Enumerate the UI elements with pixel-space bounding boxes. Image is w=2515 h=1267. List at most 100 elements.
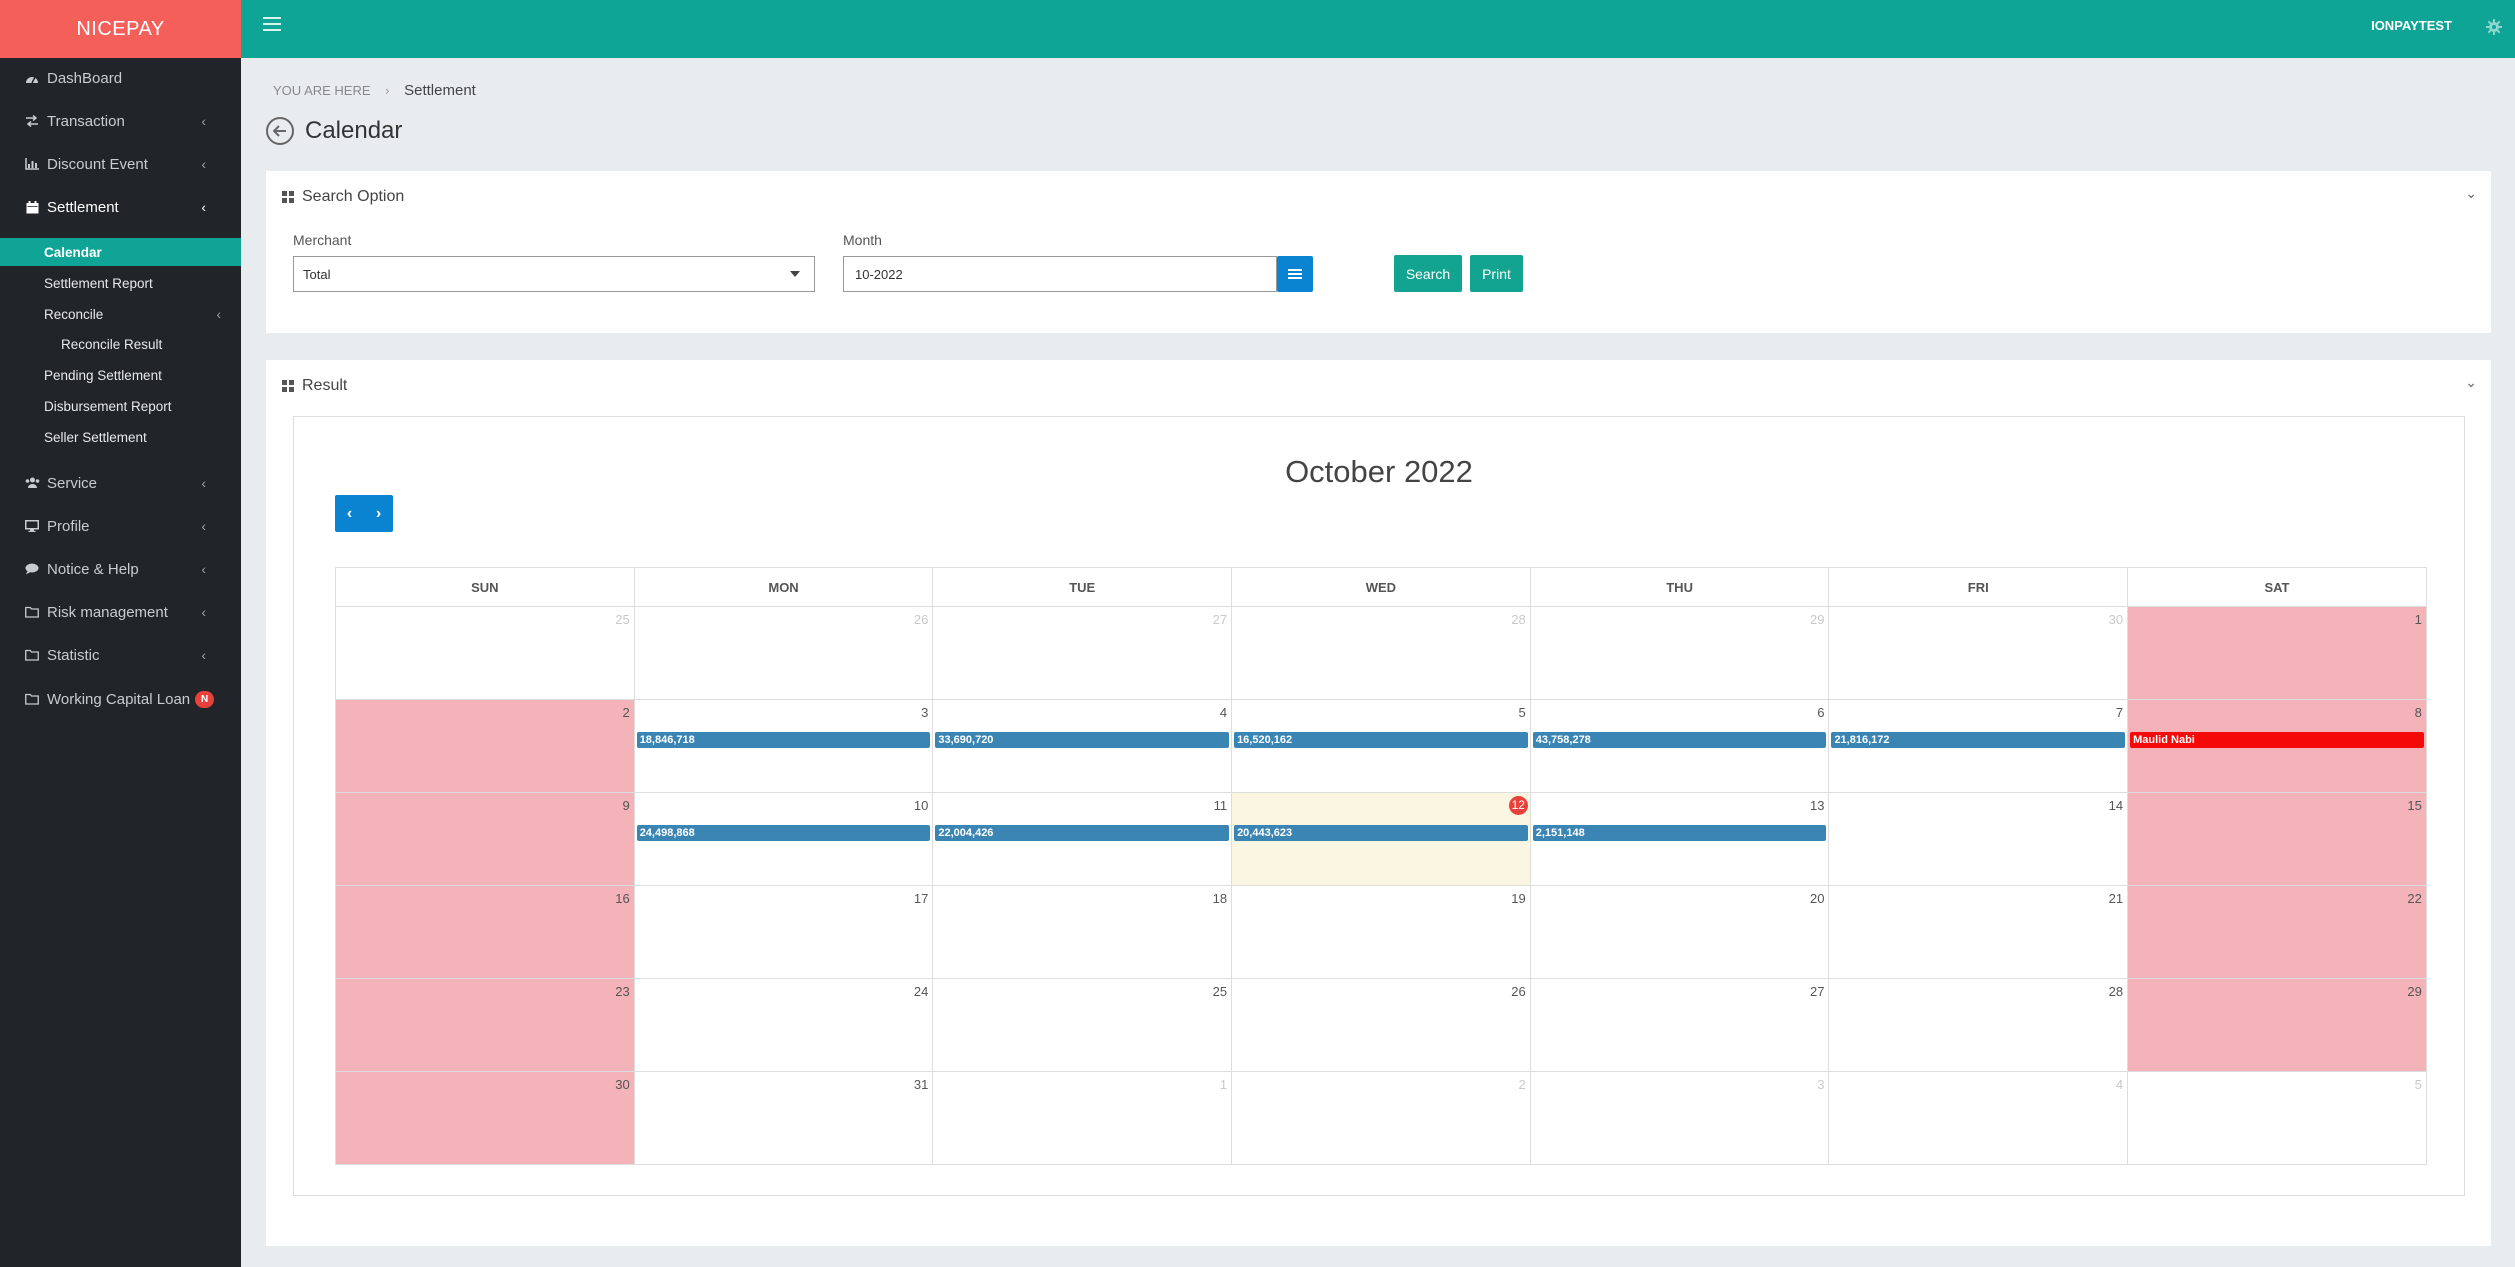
print-button[interactable]: Print: [1470, 255, 1523, 292]
calendar-day-cell[interactable]: 9: [336, 793, 635, 886]
day-number: 2: [1518, 1077, 1526, 1092]
day-number: 28: [2108, 984, 2124, 999]
user-name[interactable]: IONPAYTEST: [2371, 18, 2452, 33]
settlement-event[interactable]: 21,816,172: [1831, 732, 2126, 748]
calendar-day-cell[interactable]: 30: [336, 1072, 635, 1165]
calendar-day-cell[interactable]: 26: [1232, 979, 1531, 1072]
sidebar-subitem-label: Reconcile: [44, 306, 104, 322]
calendar-day-cell[interactable]: 3: [1530, 1072, 1830, 1165]
calendar-day-cell[interactable]: 22: [2128, 886, 2427, 979]
sidebar-subitem-disbursement-report[interactable]: Disbursement Report: [0, 392, 241, 420]
brand-logo[interactable]: NICEPAY: [0, 0, 241, 58]
calendar-day-cell[interactable]: 31: [634, 1072, 934, 1165]
sidebar-subitem-label: Seller Settlement: [44, 429, 147, 445]
calendar-day-cell[interactable]: 2: [336, 700, 635, 793]
calendar-day-cell[interactable]: 15: [2128, 793, 2427, 886]
calendar-day-cell[interactable]: 20: [1530, 886, 1830, 979]
calendar-day-cell[interactable]: 27: [1530, 979, 1830, 1072]
settlement-event[interactable]: 18,846,718: [636, 732, 931, 748]
calendar-grid: SUN MON TUE WED THU FRI SAT 25 26 27 28 29 30 1 2 3 18,…: [335, 567, 2427, 1165]
settlement-event[interactable]: 33,690,720: [935, 732, 1230, 748]
sidebar-item-transaction[interactable]: Transaction ‹: [0, 108, 241, 134]
day-number: 29: [1809, 612, 1825, 627]
sidebar-subitem-reconcile-result[interactable]: Reconcile Result: [0, 330, 241, 358]
calendar-day-cell[interactable]: 29: [1530, 607, 1830, 700]
sidebar-item-service[interactable]: Service ‹: [0, 470, 241, 496]
calendar-day-cell[interactable]: 6 43,758,278: [1530, 700, 1830, 793]
calendar-day-cell[interactable]: 26: [634, 607, 934, 700]
calendar-day-cell[interactable]: 3 18,846,718: [634, 700, 934, 793]
calendar-day-cell[interactable]: 11 22,004,426: [933, 793, 1233, 886]
calendar-day-cell[interactable]: 5 16,520,162: [1232, 700, 1531, 793]
sidebar-item-risk-management[interactable]: Risk management ‹: [0, 599, 241, 625]
sidebar-subitem-calendar[interactable]: Calendar: [0, 238, 241, 266]
sidebar-item-label: Working Capital Loan: [47, 690, 191, 708]
calendar-day-cell[interactable]: 29: [2128, 979, 2427, 1072]
collapse-chevron-icon[interactable]: ⌄: [2465, 185, 2477, 202]
calendar-day-cell[interactable]: 19: [1232, 886, 1531, 979]
day-number: 12: [1508, 796, 1528, 815]
settlement-event[interactable]: 20,443,623: [1234, 825, 1528, 841]
calendar-day-cell[interactable]: 5: [2128, 1072, 2427, 1165]
settlement-event[interactable]: 16,520,162: [1234, 732, 1528, 748]
calendar-day-cell[interactable]: 16: [336, 886, 635, 979]
day-number: 20: [1809, 891, 1825, 906]
calendar-day-cell[interactable]: 23: [336, 979, 635, 1072]
back-arrow-icon[interactable]: [266, 117, 294, 145]
calendar-day-cell[interactable]: 28: [1232, 607, 1531, 700]
calendar-week-row: 16 17 18 19 20 21 22: [336, 886, 2427, 979]
calendar-day-cell[interactable]: 4: [1829, 1072, 2129, 1165]
month-input[interactable]: 10-2022: [843, 256, 1277, 292]
caret-down-icon: [790, 271, 800, 277]
breadcrumb-current[interactable]: Settlement: [404, 82, 476, 99]
settlement-event[interactable]: 22,004,426: [935, 825, 1230, 841]
day-number: 22: [2407, 891, 2422, 906]
sidebar-item-discount-event[interactable]: Discount Event ‹: [0, 151, 241, 177]
sidebar-subitem-settlement-report[interactable]: Settlement Report: [0, 269, 241, 297]
calendar-day-cell[interactable]: 21: [1829, 886, 2129, 979]
calendar-day-cell[interactable]: 25: [336, 607, 635, 700]
calendar-day-cell[interactable]: 18: [933, 886, 1233, 979]
calendar-day-cell[interactable]: 7 21,816,172: [1829, 700, 2129, 793]
settlement-event[interactable]: 24,498,868: [636, 825, 931, 841]
calendar-day-cell[interactable]: 28: [1829, 979, 2129, 1072]
calendar-day-cell[interactable]: 13 2,151,148: [1530, 793, 1830, 886]
calendar-day-cell[interactable]: 2: [1232, 1072, 1531, 1165]
holiday-event[interactable]: Maulid Nabi: [2130, 732, 2424, 748]
sidebar-subitem-seller-settlement[interactable]: Seller Settlement: [0, 423, 241, 451]
prev-month-button[interactable]: ‹: [335, 495, 364, 532]
gear-icon[interactable]: [2485, 18, 2503, 36]
sidebar-item-profile[interactable]: Profile ‹: [0, 513, 241, 539]
month-picker-button[interactable]: [1277, 256, 1313, 292]
day-number: 8: [2414, 705, 2422, 720]
sidebar-item-label: Discount Event: [47, 155, 148, 173]
search-button[interactable]: Search: [1394, 255, 1462, 292]
sidebar-subitem-pending-settlement[interactable]: Pending Settlement: [0, 361, 241, 389]
sidebar-item-statistic[interactable]: Statistic ‹: [0, 642, 241, 668]
settlement-event[interactable]: 43,758,278: [1532, 732, 1827, 748]
settlement-event[interactable]: 2,151,148: [1532, 825, 1827, 841]
calendar-day-cell[interactable]: 14: [1829, 793, 2129, 886]
calendar-day-cell[interactable]: 8 Maulid Nabi: [2128, 700, 2427, 793]
calendar-day-cell[interactable]: 25: [933, 979, 1233, 1072]
sidebar-item-settlement[interactable]: Settlement ‹: [0, 194, 241, 220]
calendar-day-cell[interactable]: 1: [933, 1072, 1233, 1165]
chevron-left-icon: ‹: [201, 647, 206, 663]
calendar-day-cell[interactable]: 30: [1829, 607, 2129, 700]
calendar-day-cell[interactable]: 27: [933, 607, 1233, 700]
calendar-day-cell[interactable]: 4 33,690,720: [933, 700, 1233, 793]
calendar-day-cell[interactable]: 17: [634, 886, 934, 979]
menu-toggle-icon[interactable]: [263, 17, 281, 32]
chevron-left-icon: ‹: [201, 475, 206, 491]
sidebar-item-working-capital-loan[interactable]: Working Capital Loan N: [0, 686, 241, 712]
collapse-chevron-icon[interactable]: ⌄: [2465, 374, 2477, 391]
calendar-day-cell[interactable]: 10 24,498,868: [634, 793, 934, 886]
calendar-day-cell[interactable]: 1: [2128, 607, 2427, 700]
sidebar-item-notice-help[interactable]: Notice & Help ‹: [0, 556, 241, 582]
next-month-button[interactable]: ›: [364, 495, 393, 532]
sidebar-subitem-reconcile[interactable]: Reconcile ‹: [0, 300, 241, 328]
sidebar-item-dashboard[interactable]: DashBoard: [0, 65, 241, 91]
calendar-day-cell[interactable]: 24: [634, 979, 934, 1072]
calendar-day-cell[interactable]: 12 20,443,623: [1232, 793, 1531, 886]
merchant-select[interactable]: Total: [293, 256, 815, 292]
